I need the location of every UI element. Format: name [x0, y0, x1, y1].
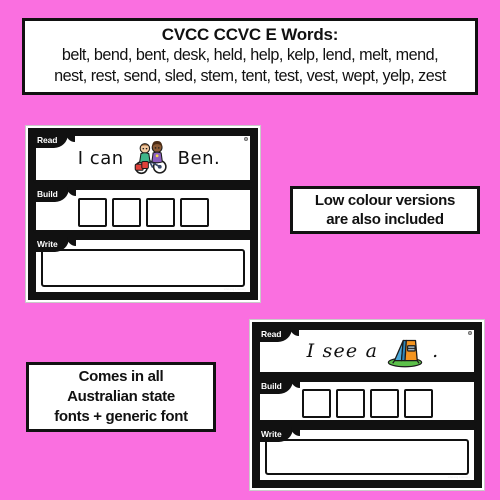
camping-tent-icon	[384, 333, 426, 369]
watermark-text: Lifelong Literacy	[223, 288, 246, 291]
read-section: Read I can Ben.	[33, 133, 253, 183]
low-colour-note: Low colour versions are also included	[290, 186, 480, 234]
sentence-after-text: Ben.	[177, 147, 221, 169]
word-list-line-2: nest, rest, send, sled, stem, tent, test…	[54, 67, 446, 85]
worksheet-card-print[interactable]: Read I can Ben. Build Write Lifelong Lit…	[26, 126, 260, 302]
write-area[interactable]	[265, 439, 469, 475]
read-sentence: I can Ben.	[36, 136, 250, 180]
write-section: Write Lifelong Literacy	[257, 427, 477, 483]
build-box[interactable]	[145, 197, 175, 227]
build-section: Build	[257, 379, 477, 423]
word-list-line-1: belt, bend, bent, desk, held, help, kelp…	[61, 46, 439, 64]
build-box[interactable]	[301, 388, 331, 418]
fonts-note-line-3: fonts + generic font	[54, 408, 188, 425]
corner-dot-icon	[468, 331, 472, 335]
fonts-note: Comes in all Australian state fonts + ge…	[26, 362, 216, 432]
corner-dot-icon	[244, 137, 248, 141]
read-section: Read I see a .	[257, 327, 477, 375]
sentence-after-text: .	[432, 340, 440, 362]
build-box[interactable]	[335, 388, 365, 418]
low-colour-note-line-1: Low colour versions	[314, 192, 456, 209]
build-box[interactable]	[77, 197, 107, 227]
read-sentence: I see a .	[260, 330, 474, 372]
worksheet-card-cursive[interactable]: Read I see a . Build Write Lifelong Lite…	[250, 320, 484, 490]
build-box[interactable]	[369, 388, 399, 418]
write-section: Write Lifelong Literacy	[33, 237, 253, 295]
sentence-before-text: I see a	[306, 340, 379, 362]
page-title: CVCC CCVC E Words:	[161, 25, 339, 44]
fonts-note-line-2: Australian state	[67, 388, 175, 405]
kids-with-bicycle-icon	[130, 140, 172, 176]
build-box[interactable]	[403, 388, 433, 418]
write-area[interactable]	[41, 249, 245, 287]
low-colour-note-line-2: are also included	[326, 211, 444, 228]
build-box-row	[260, 382, 474, 420]
build-box[interactable]	[179, 197, 209, 227]
poster-canvas: CVCC CCVC E Words: belt, bend, bent, des…	[0, 0, 500, 500]
sentence-before-text: I can	[77, 147, 124, 169]
word-list-panel: CVCC CCVC E Words: belt, bend, bent, des…	[22, 18, 478, 95]
build-box-row	[36, 190, 250, 230]
watermark-text: Lifelong Literacy	[447, 476, 470, 479]
fonts-note-line-1: Comes in all	[78, 368, 164, 385]
build-box[interactable]	[111, 197, 141, 227]
build-section: Build	[33, 187, 253, 233]
